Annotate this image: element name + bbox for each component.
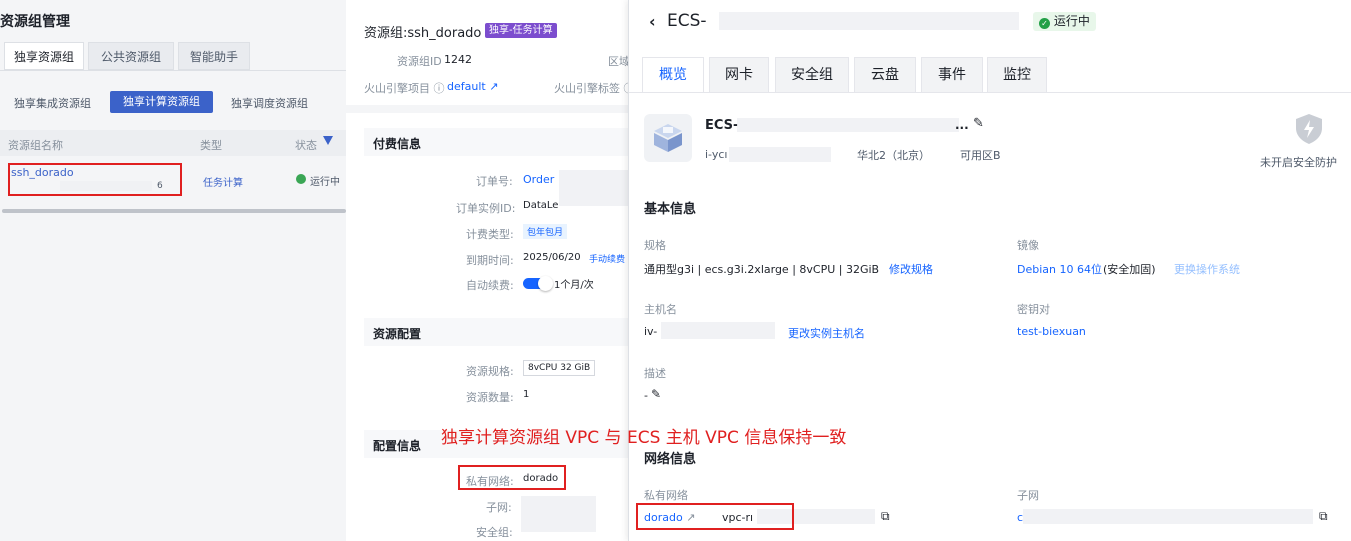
instance-value: DataLe — [523, 200, 559, 211]
shield-icon — [1295, 113, 1323, 145]
keypair-link[interactable]: test-biexuan — [1017, 325, 1086, 338]
ecs-title: ECS- — [667, 11, 707, 31]
tab-public[interactable]: 公共资源组 — [88, 42, 174, 70]
tab-events[interactable]: 事件 — [921, 57, 983, 93]
col-status: 状态 — [295, 139, 317, 152]
status-ok-icon — [296, 174, 306, 184]
ecs-instance-icon — [644, 114, 692, 162]
count-value: 1 — [523, 389, 530, 400]
hostname-value: iv- — [644, 325, 658, 338]
auto-renew-value: 1个月/次 — [554, 280, 594, 291]
edit-name-icon[interactable]: ✎ — [973, 116, 984, 131]
highlight-row-name — [8, 163, 182, 196]
copy-subnet-icon[interactable]: ⧉ — [1319, 509, 1328, 524]
order-label: 订单号: — [476, 175, 513, 188]
renew-link[interactable]: 手动续费 — [589, 252, 625, 265]
image-link[interactable]: Debian 10 64位 — [1017, 261, 1102, 277]
spec-label: 规格 — [644, 239, 666, 252]
auto-renew-toggle[interactable] — [523, 276, 553, 291]
tab-nic[interactable]: 网卡 — [709, 57, 769, 93]
rg-tag: 独享-任务计算 — [485, 23, 557, 38]
row-type: 任务计算 — [203, 178, 243, 189]
rg-id-label: 资源组ID — [397, 55, 442, 68]
highlight-mid-vpc — [458, 465, 566, 490]
project-label: 火山引擎项目 ⓘ — [364, 82, 445, 95]
subtab-integration[interactable]: 独享集成资源组 — [14, 95, 91, 111]
spec-value: 8vCPU 32 GiB — [523, 360, 596, 376]
rg-id-value: 1242 — [444, 53, 472, 66]
annotation-text: 独享计算资源组 VPC 与 ECS 主机 VPC 信息保持一致 — [441, 428, 847, 448]
tab-overview[interactable]: 概览 — [642, 57, 704, 93]
config-title: 配置信息 — [373, 439, 422, 453]
sg-label: 安全组: — [476, 526, 513, 539]
subtab-compute[interactable]: 独享计算资源组 — [110, 91, 213, 113]
billing-type-label: 计费类型: — [466, 228, 514, 241]
rg-title: 资源组:ssh_dorado — [364, 26, 482, 41]
row-status: 运行中 — [310, 177, 340, 188]
auto-renew-label: 自动续费: — [466, 279, 514, 292]
tab-exclusive[interactable]: 独享资源组 — [4, 42, 84, 70]
modify-spec-link[interactable]: 修改规格 — [889, 261, 933, 277]
tab-assistant[interactable]: 智能助手 — [178, 42, 250, 70]
change-hostname-link[interactable]: 更改实例主机名 — [788, 325, 865, 341]
instance-id: i-ycı — [705, 148, 728, 161]
desc-label: 描述 — [644, 367, 666, 380]
instance-name-suffix: ... — [955, 118, 969, 132]
resource-group-drawer: 资源组:ssh_dorado 独享-任务计算 资源组ID 1242 区域 火山引… — [346, 0, 628, 541]
highlight-ecs-vpc — [636, 503, 794, 530]
desc-value: - — [644, 389, 648, 402]
filter-icon[interactable] — [323, 136, 333, 145]
spec-label: 资源规格: — [466, 365, 514, 378]
instance-label: 订单实例ID: — [456, 202, 516, 215]
ecs-status-badge: ✓ 运行中 — [1033, 12, 1096, 31]
tab-security-group[interactable]: 安全组 — [775, 57, 849, 93]
count-label: 资源数量: — [466, 391, 514, 404]
expire-label: 到期时间: — [466, 254, 514, 267]
instance-zone: 可用区B — [960, 149, 1001, 162]
subnet-label: 子网: — [486, 501, 512, 514]
instance-name: ECS- — [705, 118, 739, 133]
status-check-icon: ✓ — [1039, 18, 1050, 29]
image-label: 镜像 — [1017, 239, 1039, 252]
edit-desc-icon[interactable]: ✎ — [651, 387, 661, 401]
tab-monitor[interactable]: 监控 — [987, 57, 1047, 93]
left-panel: 资源组管理 独享资源组 公共资源组 智能助手 独享集成资源组 独享计算资源组 独… — [0, 0, 346, 541]
spec-value: 通用型g3i | ecs.g3i.2xlarge | 8vCPU | 32GiB — [644, 263, 880, 276]
ecs-subnet-label: 子网 — [1017, 489, 1039, 502]
expire-value: 2025/06/20 — [523, 252, 581, 263]
image-note: (安全加固) — [1103, 263, 1156, 276]
billing-type-badge: 包年包月 — [523, 224, 568, 239]
page-title: 资源组管理 — [0, 14, 70, 30]
region-label: 区域 — [608, 55, 628, 68]
tab-disk[interactable]: 云盘 — [854, 57, 916, 93]
subtab-schedule[interactable]: 独享调度资源组 — [231, 95, 308, 111]
change-os-link[interactable]: 更换操作系统 — [1174, 261, 1240, 277]
ecs-vpc-label: 私有网络 — [644, 489, 688, 502]
ecs-drawer: ‹ ECS- ✓ 运行中 概览 网卡 安全组 云盘 事件 监控 ECS- ...… — [628, 0, 1351, 541]
keypair-label: 密钥对 — [1017, 303, 1050, 316]
security-status: 未开启安全防护 — [1260, 156, 1337, 169]
instance-region: 华北2（北京） — [857, 149, 930, 162]
volc-tag-label: 火山引擎标签 ⓘ — [554, 82, 628, 95]
billing-title: 付费信息 — [373, 137, 422, 151]
order-link[interactable]: Order — [523, 173, 554, 186]
col-name: 资源组名称 — [8, 139, 63, 152]
back-icon[interactable]: ‹ — [649, 12, 656, 31]
network-info-title: 网络信息 — [644, 452, 697, 467]
basic-info-title: 基本信息 — [644, 202, 697, 217]
project-link[interactable]: default ↗ — [447, 80, 498, 93]
horizontal-scrollbar[interactable] — [2, 209, 346, 213]
resource-title: 资源配置 — [373, 327, 422, 341]
hostname-label: 主机名 — [644, 303, 677, 316]
copy-vpc-icon[interactable]: ⧉ — [881, 509, 890, 524]
col-type: 类型 — [200, 139, 222, 152]
